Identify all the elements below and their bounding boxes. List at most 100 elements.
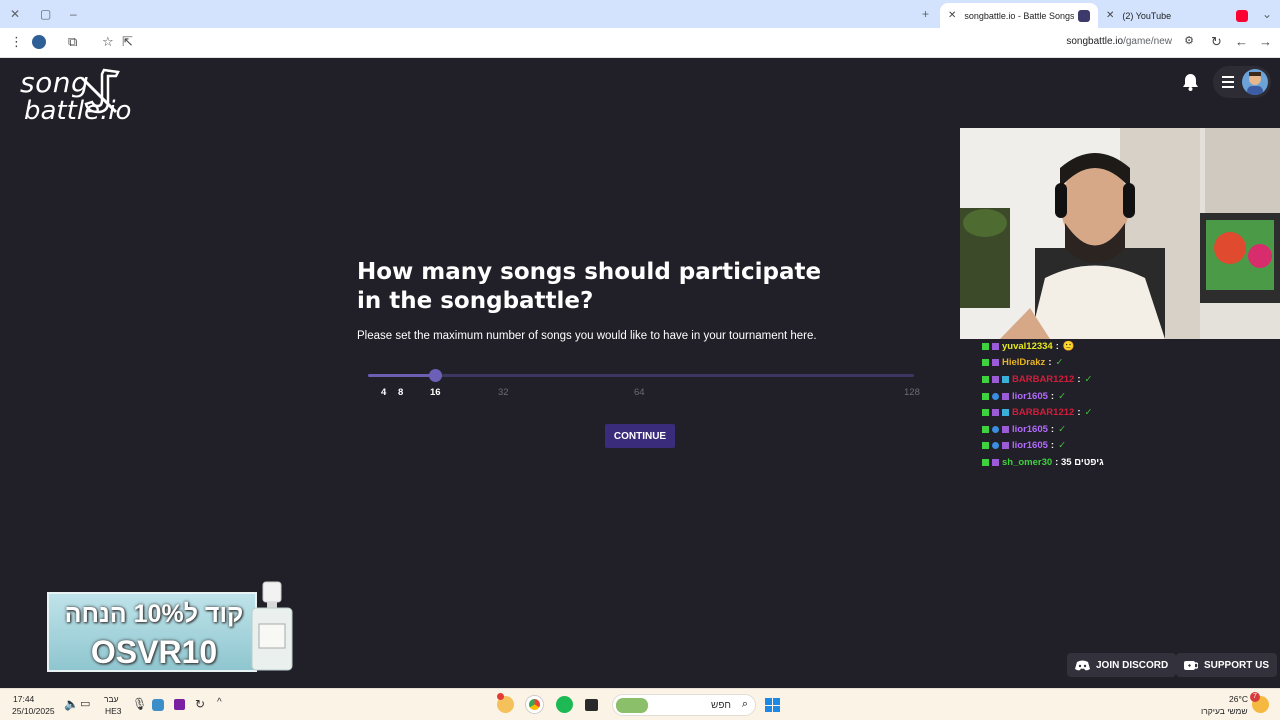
slider-tick-64[interactable]: 64: [634, 387, 645, 398]
chat-message: lior1605 : ✓: [982, 438, 1182, 455]
sub-badge-icon: [992, 375, 999, 383]
url-text: songbattle.io/game/new: [1066, 36, 1172, 47]
slider-tick-4[interactable]: 4: [381, 387, 386, 398]
profile-icon[interactable]: [32, 35, 46, 49]
chrome-icon[interactable]: [526, 696, 543, 713]
song-count-slider[interactable]: [368, 374, 914, 377]
restore-window-icon[interactable]: ▢: [40, 7, 51, 21]
continue-button[interactable]: CONTINUE: [605, 424, 675, 448]
mod-badge-icon: [982, 392, 989, 400]
chat-message: BARBAR1212 : ✓: [982, 371, 1182, 388]
chat-username[interactable]: lior1605: [1012, 440, 1048, 451]
site-settings-icon[interactable]: ⚙: [1184, 34, 1194, 47]
mod-badge-icon: [982, 375, 989, 383]
more-menu-icon[interactable]: ⋮: [10, 34, 23, 50]
tray-app-icon[interactable]: [152, 699, 164, 711]
chat-emote-icon: ✓: [1084, 373, 1093, 385]
language-indicator[interactable]: עבר: [104, 694, 119, 704]
extensions-icon[interactable]: ⧉: [68, 34, 77, 50]
search-placeholder: חפש: [711, 700, 731, 711]
browser-tabstrip: ✕ ▢ – + ✕ songbattle.io - Battle Songs a…: [0, 0, 1280, 28]
instruction-text: Please set the maximum number of songs y…: [357, 330, 817, 342]
saxophone-icon: [80, 68, 120, 114]
slider-tick-16[interactable]: 16: [430, 387, 441, 398]
chat-text: :: [1050, 440, 1055, 452]
onenote-icon[interactable]: [174, 699, 185, 710]
back-icon[interactable]: →: [1259, 34, 1272, 49]
volume-icon[interactable]: 🔈: [64, 697, 79, 711]
chat-text: :: [1077, 373, 1081, 385]
tab-close-icon[interactable]: ✕: [948, 10, 956, 21]
forward-icon[interactable]: ←: [1235, 34, 1248, 49]
chat-username[interactable]: lior1605: [1012, 424, 1048, 435]
chat-username[interactable]: lior1605: [1012, 391, 1048, 402]
chevron-up-icon[interactable]: ^: [217, 697, 222, 708]
user-menu-button[interactable]: [1213, 66, 1271, 98]
promo-code: OSVR10: [90, 634, 218, 670]
sub-badge-icon: [1002, 425, 1009, 433]
slider-thumb[interactable]: [429, 369, 442, 382]
spotify-icon[interactable]: [556, 696, 573, 713]
microphone-icon[interactable]: 🎙: [132, 697, 147, 711]
chat-text: :: [1077, 407, 1081, 419]
site-logo[interactable]: song battle.io: [20, 68, 131, 125]
sub-badge-icon: [1002, 392, 1009, 400]
windows-start-icon[interactable]: [765, 698, 780, 712]
tab-close-icon[interactable]: ✕: [1106, 10, 1114, 21]
clock-time[interactable]: 17:44: [13, 694, 34, 704]
join-discord-button[interactable]: JOIN DISCORD: [1067, 653, 1177, 677]
page: song battle.io How many songs should par…: [0, 58, 1280, 688]
file-explorer-icon[interactable]: [585, 699, 598, 711]
slider-tick-32[interactable]: 32: [498, 387, 509, 398]
chat-emote-icon: 🙂: [1062, 340, 1075, 352]
sub-badge-icon: [992, 409, 999, 417]
globe-badge-icon: [992, 425, 999, 433]
discord-icon: [1075, 660, 1090, 670]
mod-badge-icon: [982, 425, 989, 433]
tab-search-icon[interactable]: ⌄: [1262, 7, 1272, 21]
promo-code-banner: קוד ל10% הנחה OSVR10: [47, 581, 297, 674]
slider-tick-8[interactable]: 8: [398, 387, 403, 398]
search-input[interactable]: חפש ⌕: [612, 694, 756, 716]
discord-label: JOIN DISCORD: [1096, 659, 1169, 671]
gift-badge-icon: [1002, 409, 1009, 417]
chat-text: :: [1050, 423, 1055, 435]
sub-badge-icon: [992, 359, 999, 367]
bookmark-star-icon[interactable]: ☆: [102, 34, 114, 50]
chat-username[interactable]: sh_omer30: [1002, 457, 1052, 468]
mod-badge-icon: [982, 442, 989, 450]
chat-message: lior1605 : ✓: [982, 421, 1182, 438]
chat-username[interactable]: BARBAR1212: [1012, 407, 1074, 418]
promo-headline: קוד ל10% הנחה: [64, 600, 244, 628]
chat-username[interactable]: yuval12334: [1002, 341, 1053, 352]
weather-temp[interactable]: 26°C: [1229, 694, 1248, 704]
tab-songbattle[interactable]: ✕ songbattle.io - Battle Songs ag: [940, 3, 1098, 28]
minimize-window-icon[interactable]: –: [70, 7, 77, 21]
refresh-tray-icon[interactable]: ↻: [195, 697, 205, 711]
webcam-overlay: [960, 128, 1280, 339]
tab-title: (2) YouTube: [1122, 10, 1172, 21]
notification-dot-icon: [497, 693, 504, 700]
close-window-icon[interactable]: ✕: [10, 7, 20, 21]
new-tab-icon[interactable]: +: [922, 7, 929, 21]
share-icon[interactable]: ⇱: [122, 34, 133, 50]
slider-tick-128[interactable]: 128: [904, 387, 920, 398]
stream-chat: yuval12334 : 🙂 HielDrakz : ✓ BARBAR1212 …: [982, 338, 1182, 471]
keyboard-layout[interactable]: HE3: [105, 706, 122, 716]
reload-icon[interactable]: ↻: [1211, 34, 1222, 50]
notification-badge: 7: [1250, 692, 1260, 702]
chat-message: lior1605 : ✓: [982, 388, 1182, 405]
chat-message: yuval12334 : 🙂: [982, 338, 1182, 355]
network-icon[interactable]: ▭: [80, 697, 90, 710]
streamer-webcam-image: [960, 128, 1280, 339]
chat-username[interactable]: BARBAR1212: [1012, 374, 1074, 385]
tab-youtube[interactable]: ✕ (2) YouTube: [1098, 3, 1256, 28]
support-us-button[interactable]: SUPPORT US: [1176, 653, 1278, 677]
weather-desc[interactable]: שמשי בעיקרו: [1201, 706, 1248, 716]
address-bar[interactable]: ☆ ⇱ songbattle.io/game/new ⚙: [92, 31, 1200, 54]
chat-username[interactable]: HielDrakz: [1002, 357, 1045, 368]
mod-badge-icon: [982, 359, 989, 367]
clock-date[interactable]: 25/10/2025: [12, 706, 55, 716]
sub-badge-icon: [1002, 442, 1009, 450]
bell-icon[interactable]: [1182, 73, 1199, 91]
